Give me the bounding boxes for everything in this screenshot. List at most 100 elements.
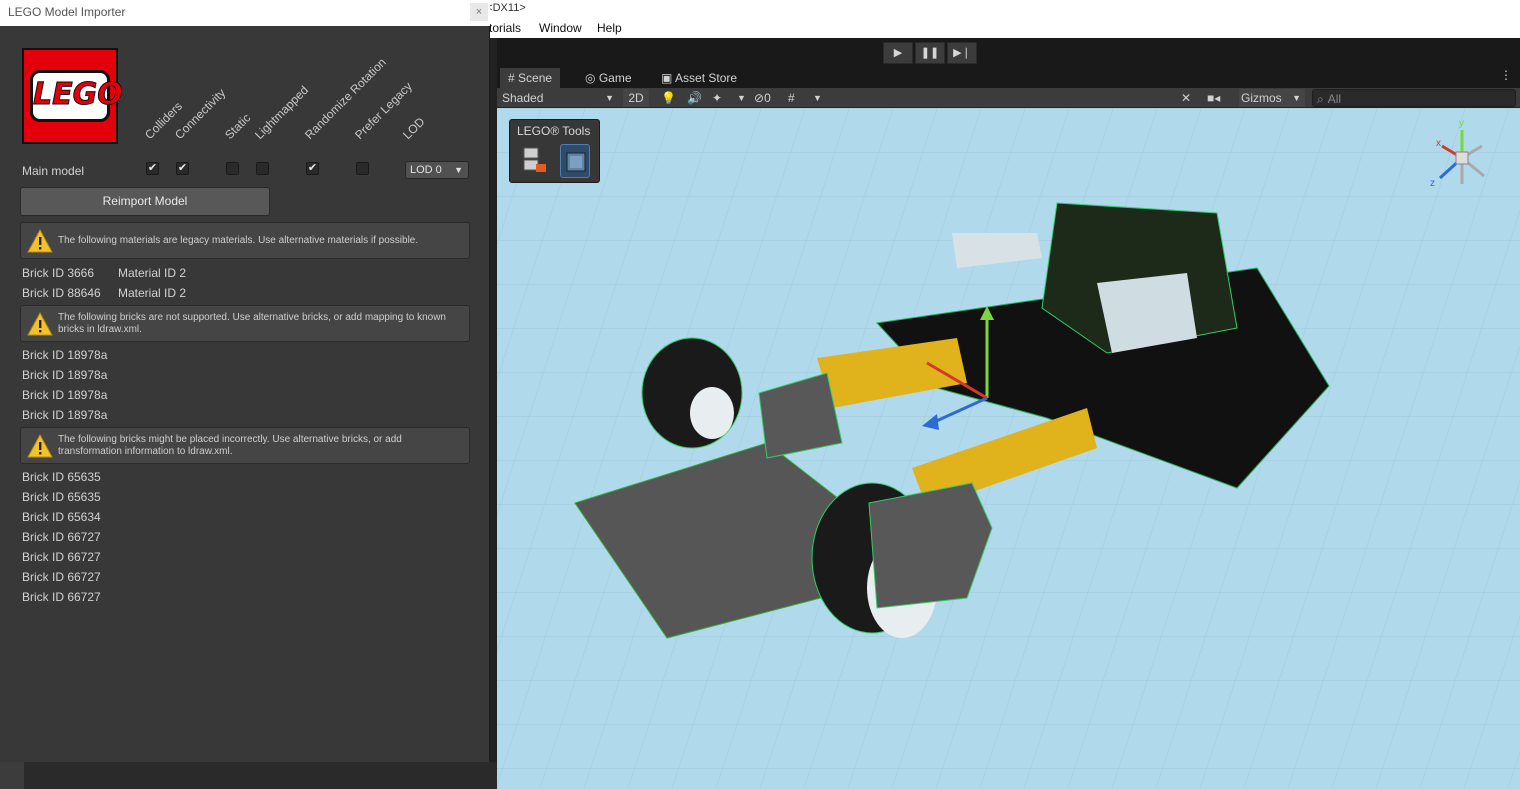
hidden-objects-toggle[interactable]: ⊘0 bbox=[754, 89, 771, 107]
column-header-static: Static bbox=[222, 110, 254, 142]
list-item: Brick ID 66727 bbox=[22, 530, 101, 544]
close-icon[interactable]: × bbox=[470, 3, 488, 21]
more-options-icon[interactable]: ⋮ bbox=[1500, 68, 1512, 82]
shading-mode-value: Shaded bbox=[502, 91, 544, 105]
colliders-checkbox[interactable]: ✔ bbox=[146, 162, 159, 175]
brick-id: Brick ID 18978a bbox=[22, 368, 108, 382]
brick-building-tool-icon[interactable] bbox=[560, 144, 590, 178]
main-model-label: Main model bbox=[22, 164, 85, 178]
lightmapped-checkbox[interactable] bbox=[256, 162, 269, 175]
hidden-count: 0 bbox=[764, 91, 771, 105]
scene-search-input[interactable]: ⌕ All bbox=[1312, 89, 1516, 107]
camera-icon[interactable]: ■◂ bbox=[1207, 89, 1220, 107]
brick-id: Brick ID 66727 bbox=[22, 590, 101, 604]
eye-slash-icon: ⊘ bbox=[754, 91, 765, 105]
search-placeholder: All bbox=[1327, 92, 1342, 106]
brick-id: Brick ID 65634 bbox=[22, 510, 101, 524]
gizmos-label: Gizmos bbox=[1241, 91, 1282, 105]
tab-scene[interactable]: # Scene bbox=[500, 68, 561, 88]
warning-icon bbox=[27, 433, 53, 457]
tab-scene-label: Scene bbox=[518, 71, 553, 85]
scene-tab-bar: # Scene ◎ Game ▣ Asset Store ⋮ bbox=[495, 68, 1520, 88]
search-icon: ⌕ bbox=[1317, 92, 1324, 106]
warning-text: The following materials are legacy mater… bbox=[58, 234, 419, 246]
tab-asset-store[interactable]: ▣ Asset Store bbox=[653, 68, 745, 88]
column-header-randomize-rotation: Randomize Rotation bbox=[302, 55, 389, 142]
chevron-down-icon: ▼ bbox=[1292, 93, 1301, 103]
gamepad-icon: ◎ bbox=[585, 71, 596, 85]
chevron-down-icon: ▼ bbox=[454, 165, 463, 175]
lod-dropdown[interactable]: LOD 0 ▼ bbox=[405, 161, 469, 179]
step-button[interactable]: ▶❘ bbox=[947, 42, 977, 64]
brick-id: Brick ID 3666 bbox=[22, 266, 95, 280]
editor-bottom-strip bbox=[0, 762, 497, 789]
brick-id: Brick ID 66727 bbox=[22, 530, 101, 544]
shopping-bag-icon: ▣ bbox=[661, 71, 673, 85]
brick-connect-tool-icon[interactable] bbox=[520, 144, 550, 178]
list-item: Brick ID 88646 Material ID 2 bbox=[22, 286, 186, 300]
list-item: Brick ID 18978a bbox=[22, 408, 107, 422]
brick-id: Brick ID 66727 bbox=[22, 570, 101, 584]
brick-id: Brick ID 18978a bbox=[22, 388, 108, 402]
menu-item-help[interactable]: Help bbox=[597, 21, 622, 35]
static-checkbox[interactable] bbox=[226, 162, 239, 175]
brick-id: Brick ID 18978a bbox=[22, 408, 108, 422]
menu-item-window[interactable]: Window bbox=[539, 21, 582, 35]
lego-logo-inner: LEGO bbox=[30, 70, 124, 122]
tools-icon[interactable]: ✕ bbox=[1181, 89, 1191, 107]
lego-logo: LEGO bbox=[22, 48, 124, 144]
scene-render[interactable] bbox=[497, 108, 1520, 789]
audio-icon[interactable]: 🔊 bbox=[687, 89, 702, 107]
play-button[interactable]: ▶ bbox=[883, 42, 913, 64]
menu-item-tutorials[interactable]: torials bbox=[489, 21, 521, 35]
material-id: Material ID 2 bbox=[118, 286, 187, 300]
material-id: Material ID 2 bbox=[118, 266, 187, 280]
column-header-lod: LOD bbox=[400, 114, 428, 142]
warning-unsupported-bricks: The following bricks are not supported. … bbox=[20, 305, 470, 342]
scene-view-toolbar: Shaded ▼ 2D 💡 🔊 ✦ ▼ ⊘0 # ▼ ✕ ■◂ Gizmos ▼… bbox=[495, 88, 1520, 108]
prefer-legacy-checkbox[interactable] bbox=[356, 162, 369, 175]
brick-id: Brick ID 18978a bbox=[22, 348, 108, 362]
brick-id: Brick ID 65635 bbox=[22, 490, 101, 504]
lego-tools-title: LEGO® Tools bbox=[517, 124, 591, 138]
lighting-icon[interactable]: 💡 bbox=[661, 89, 676, 107]
column-header-connectivity: Connectivity bbox=[172, 85, 229, 142]
2d-toggle[interactable]: 2D bbox=[623, 89, 649, 107]
lod-value: LOD 0 bbox=[410, 164, 442, 176]
orientation-gizmo[interactable]: y x z bbox=[1422, 116, 1502, 216]
editor-bottom-strip-left bbox=[0, 762, 24, 789]
pause-button[interactable]: ❚❚ bbox=[915, 42, 945, 64]
connectivity-checkbox[interactable]: ✔ bbox=[176, 162, 189, 175]
list-item: Brick ID 18978a bbox=[22, 388, 107, 402]
chevron-down-icon: ▼ bbox=[605, 93, 614, 103]
panel-divider[interactable] bbox=[490, 38, 497, 789]
warning-text: The following bricks are not supported. … bbox=[58, 311, 446, 335]
front-left-hub bbox=[690, 387, 734, 439]
lego-model-importer-window: LEGO Model Importer × LEGO Colliders Con… bbox=[0, 0, 490, 762]
svg-text:x: x bbox=[1436, 138, 1441, 149]
grid-icon: # bbox=[508, 71, 515, 85]
grid-toggle-icon[interactable]: # bbox=[788, 89, 795, 107]
list-item: Brick ID 66727 bbox=[22, 570, 101, 584]
importer-title: LEGO Model Importer bbox=[8, 5, 126, 19]
svg-text:y: y bbox=[1459, 118, 1464, 129]
lego-tools-overlay: LEGO® Tools bbox=[509, 119, 600, 183]
tab-game-label: Game bbox=[598, 71, 632, 85]
grid-dropdown-icon[interactable]: ▼ bbox=[813, 89, 822, 107]
effects-dropdown-icon[interactable]: ▼ bbox=[737, 89, 746, 107]
lego-logo-text: LEGO bbox=[33, 77, 124, 113]
warning-icon bbox=[27, 228, 53, 252]
warning-legacy-materials: The following materials are legacy mater… bbox=[20, 222, 470, 259]
randomize-rotation-checkbox[interactable]: ✔ bbox=[306, 162, 319, 175]
tab-asset-store-label: Asset Store bbox=[675, 71, 738, 85]
brick-id: Brick ID 66727 bbox=[22, 550, 101, 564]
scene-viewport[interactable]: LEGO® Tools y x z bbox=[497, 108, 1520, 789]
list-item: Brick ID 66727 bbox=[22, 590, 101, 604]
list-item: Brick ID 65635 bbox=[22, 470, 101, 484]
importer-title-bar[interactable]: LEGO Model Importer × bbox=[0, 0, 490, 26]
tab-game[interactable]: ◎ Game bbox=[577, 68, 640, 88]
effects-icon[interactable]: ✦ bbox=[712, 89, 722, 107]
reimport-model-button[interactable]: Reimport Model bbox=[20, 187, 270, 216]
gizmos-dropdown[interactable]: Gizmos ▼ bbox=[1239, 89, 1305, 107]
shading-mode-dropdown[interactable]: Shaded ▼ bbox=[502, 89, 614, 107]
